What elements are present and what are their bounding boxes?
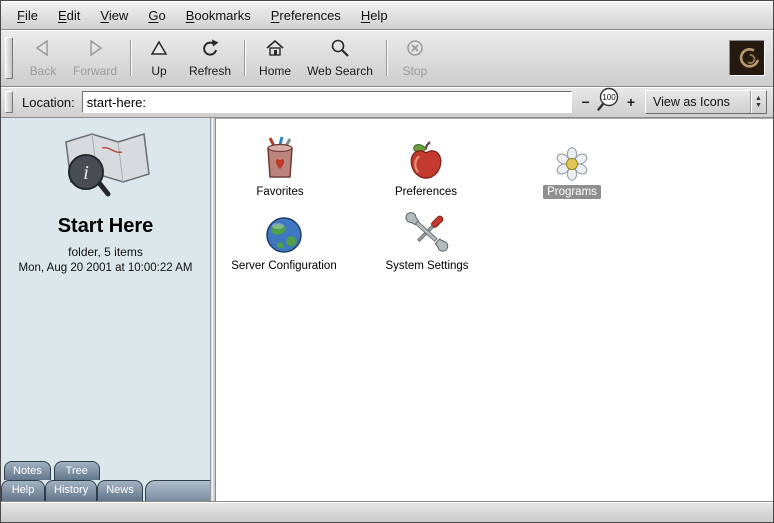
- sidebar-title: Start Here: [1, 215, 210, 238]
- sidebar-tab-notes[interactable]: Notes: [4, 461, 51, 480]
- icon-label-preferences[interactable]: Preferences: [391, 185, 461, 199]
- system-settings-icon[interactable]: [404, 207, 450, 255]
- zoom-in-button[interactable]: +: [624, 95, 638, 109]
- sidebar-panel: i Start Here folder, 5 items Mon, Aug 20…: [1, 118, 211, 501]
- desktop-item-preferences: Preferences: [374, 133, 478, 199]
- back-button[interactable]: Back: [21, 34, 65, 82]
- menu-view[interactable]: View: [90, 3, 138, 28]
- body-area: i Start Here folder, 5 items Mon, Aug 20…: [1, 118, 773, 501]
- icon-label-server-configuration[interactable]: Server Configuration: [227, 259, 340, 273]
- view-mode-dropdown[interactable]: View as Icons ▲▼: [645, 90, 767, 114]
- programs-icon[interactable]: [555, 133, 589, 181]
- zoom-out-button[interactable]: −: [579, 95, 593, 109]
- web-search-label: Web Search: [307, 64, 373, 78]
- toolbar-drag-handle[interactable]: [5, 37, 13, 79]
- sidebar-tab-tree[interactable]: Tree: [54, 461, 100, 480]
- web-search-button[interactable]: Web Search: [299, 34, 381, 82]
- favorites-icon[interactable]: [260, 133, 300, 181]
- sidebar-item-count: folder, 5 items: [1, 245, 210, 259]
- server-configuration-icon[interactable]: [264, 207, 304, 255]
- desktop-item-favorites: Favorites: [230, 133, 330, 199]
- toolbar-separator: [386, 40, 388, 76]
- up-icon: [148, 38, 170, 61]
- content-pane[interactable]: Favorites Preferences: [216, 118, 773, 501]
- sidebar-tab-help[interactable]: Help: [1, 480, 45, 501]
- status-bar: [1, 501, 773, 522]
- zoom-control: − 100 +: [579, 87, 638, 117]
- sidebar-tabs-bottom: Help History News: [1, 480, 210, 501]
- zoom-level-indicator[interactable]: 100: [595, 87, 622, 117]
- menu-help[interactable]: Help: [351, 3, 398, 28]
- up-label: Up: [151, 64, 166, 78]
- icon-label-system-settings[interactable]: System Settings: [381, 259, 472, 273]
- stop-label: Stop: [403, 64, 428, 78]
- start-here-map-icon: i: [1, 126, 210, 205]
- stop-icon: [404, 38, 426, 61]
- sidebar-tab-news[interactable]: News: [97, 480, 143, 501]
- location-label: Location:: [22, 95, 75, 110]
- refresh-button[interactable]: Refresh: [181, 34, 239, 82]
- back-icon: [32, 38, 54, 61]
- location-input[interactable]: [82, 91, 572, 113]
- sidebar-tabs-top: Notes Tree: [4, 461, 100, 480]
- preferences-icon[interactable]: [406, 133, 446, 181]
- menu-go[interactable]: Go: [138, 3, 175, 28]
- sidebar-timestamp: Mon, Aug 20 2001 at 10:00:22 AM: [1, 262, 210, 274]
- nautilus-window: File Edit View Go Bookmarks Preferences …: [0, 0, 774, 523]
- menu-file[interactable]: File: [7, 3, 48, 28]
- home-icon: [264, 38, 286, 61]
- desktop-item-system-settings: System Settings: [364, 207, 490, 273]
- combo-spinner-icon: ▲▼: [750, 91, 766, 113]
- svg-text:i: i: [83, 162, 89, 184]
- menu-bar: File Edit View Go Bookmarks Preferences …: [1, 1, 773, 30]
- up-button[interactable]: Up: [137, 34, 181, 82]
- home-label: Home: [259, 64, 291, 78]
- menu-bookmarks[interactable]: Bookmarks: [176, 3, 261, 28]
- refresh-label: Refresh: [189, 64, 231, 78]
- toolbar-separator: [130, 40, 132, 76]
- desktop-item-programs: Programs: [518, 133, 626, 199]
- forward-button[interactable]: Forward: [65, 34, 125, 82]
- svg-text:100: 100: [602, 93, 616, 102]
- menu-preferences[interactable]: Preferences: [261, 3, 351, 28]
- sidebar-tab-strip: [145, 480, 210, 501]
- menu-edit[interactable]: Edit: [48, 3, 90, 28]
- location-bar-drag-handle[interactable]: [5, 91, 13, 113]
- desktop-item-server-configuration: Server Configuration: [216, 207, 352, 273]
- back-label: Back: [30, 64, 57, 78]
- location-bar: Location: − 100 + View as Icons ▲▼: [1, 87, 773, 118]
- forward-icon: [84, 38, 106, 61]
- sidebar-tab-history[interactable]: History: [45, 480, 97, 501]
- web-search-icon: [329, 38, 351, 61]
- home-button[interactable]: Home: [251, 34, 299, 82]
- stop-button[interactable]: Stop: [393, 34, 437, 82]
- view-mode-value: View as Icons: [646, 91, 750, 113]
- icon-label-favorites[interactable]: Favorites: [252, 185, 307, 199]
- toolbar-separator: [244, 40, 246, 76]
- toolbar: Back Forward Up Refresh Home Web Search …: [1, 30, 773, 87]
- forward-label: Forward: [73, 64, 117, 78]
- nautilus-throbber-icon: [729, 40, 765, 76]
- icon-label-programs[interactable]: Programs: [543, 185, 601, 199]
- refresh-icon: [199, 38, 221, 61]
